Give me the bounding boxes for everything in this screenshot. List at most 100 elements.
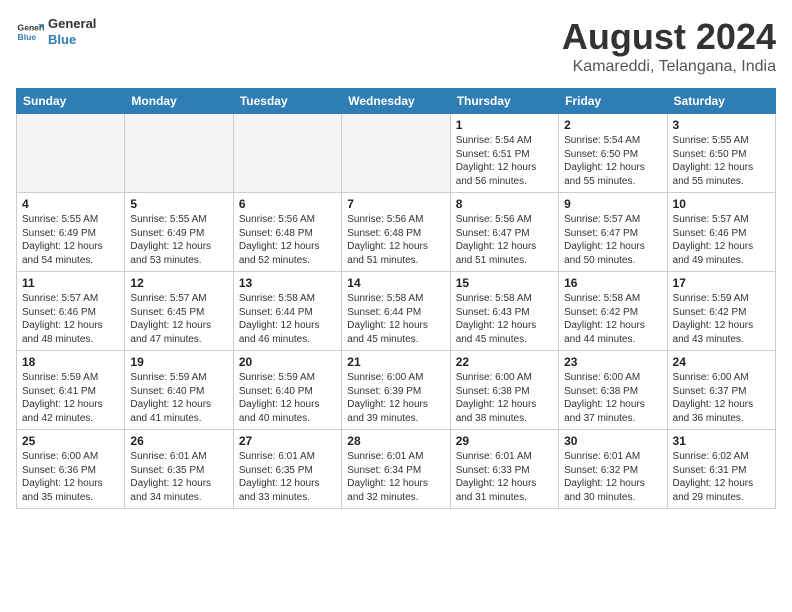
day-number: 18	[22, 355, 119, 369]
day-number: 17	[673, 276, 770, 290]
weekday-header-saturday: Saturday	[667, 89, 775, 114]
calendar-cell: 16 Sunrise: 5:58 AM Sunset: 6:42 PM Dayli…	[559, 272, 667, 351]
calendar-cell: 23Sunrise: 6:00 AM Sunset: 6:38 PM Dayli…	[559, 351, 667, 430]
weekday-header-wednesday: Wednesday	[342, 89, 450, 114]
day-info: Sunrise: 5:59 AM Sunset: 6:41 PM Dayligh…	[22, 371, 119, 425]
day-info: Sunrise: 5:59 AM Sunset: 6:40 PM Dayligh…	[239, 371, 336, 425]
day-number: 19	[130, 355, 227, 369]
day-number: 29	[456, 434, 553, 448]
day-number: 14	[347, 276, 444, 290]
calendar-cell: 10 Sunrise: 5:57 AM Sunset: 6:46 PM Dayli…	[667, 193, 775, 272]
calendar-cell: 30Sunrise: 6:01 AM Sunset: 6:32 PM Dayli…	[559, 430, 667, 509]
day-info: Sunrise: 5:55 AM Sunset: 6:49 PM Dayligh…	[22, 213, 119, 267]
day-info: Sunrise: 5:56 AM Sunset: 6:47 PM Dayligh…	[456, 213, 553, 267]
logo-line2: Blue	[48, 32, 96, 48]
day-info: Sunrise: 5:59 AM Sunset: 6:40 PM Dayligh…	[130, 371, 227, 425]
day-info: Sunrise: 5:55 AM Sunset: 6:50 PM Dayligh…	[673, 134, 770, 188]
weekday-header-sunday: Sunday	[17, 89, 125, 114]
day-info: Sunrise: 6:00 AM Sunset: 6:38 PM Dayligh…	[456, 371, 553, 425]
day-info: Sunrise: 6:00 AM Sunset: 6:39 PM Dayligh…	[347, 371, 444, 425]
day-number: 10	[673, 197, 770, 211]
logo-line1: General	[48, 16, 96, 32]
calendar-cell: 14 Sunrise: 5:58 AM Sunset: 6:44 PM Dayli…	[342, 272, 450, 351]
day-number: 26	[130, 434, 227, 448]
day-number: 6	[239, 197, 336, 211]
calendar-cell: 9Sunrise: 5:57 AM Sunset: 6:47 PM Daylig…	[559, 193, 667, 272]
day-info: Sunrise: 5:57 AM Sunset: 6:46 PM Dayligh…	[673, 213, 770, 267]
calendar-cell: 2Sunrise: 5:54 AM Sunset: 6:50 PM Daylig…	[559, 114, 667, 193]
day-number: 15	[456, 276, 553, 290]
calendar-cell: 18 Sunrise: 5:59 AM Sunset: 6:41 PM Dayli…	[17, 351, 125, 430]
header: General Blue General Blue August 2024 Ka…	[16, 16, 776, 76]
day-info: Sunrise: 5:56 AM Sunset: 6:48 PM Dayligh…	[347, 213, 444, 267]
day-number: 30	[564, 434, 661, 448]
calendar-cell: 25Sunrise: 6:00 AM Sunset: 6:36 PM Dayli…	[17, 430, 125, 509]
day-info: Sunrise: 5:58 AM Sunset: 6:43 PM Dayligh…	[456, 292, 553, 346]
day-info: Sunrise: 5:56 AM Sunset: 6:48 PM Dayligh…	[239, 213, 336, 267]
day-number: 1	[456, 118, 553, 132]
calendar-cell: 17 Sunrise: 5:59 AM Sunset: 6:42 PM Dayli…	[667, 272, 775, 351]
calendar-cell: 4 Sunrise: 5:55 AM Sunset: 6:49 PM Daylig…	[17, 193, 125, 272]
day-info: Sunrise: 6:00 AM Sunset: 6:37 PM Dayligh…	[673, 371, 770, 425]
calendar-cell: 3 Sunrise: 5:55 AM Sunset: 6:50 PM Daylig…	[667, 114, 775, 193]
weekday-header-friday: Friday	[559, 89, 667, 114]
day-number: 8	[456, 197, 553, 211]
svg-text:General: General	[18, 22, 44, 32]
calendar-week-row: 11 Sunrise: 5:57 AM Sunset: 6:46 PM Dayli…	[17, 272, 776, 351]
calendar-cell: 12 Sunrise: 5:57 AM Sunset: 6:45 PM Dayli…	[125, 272, 233, 351]
calendar-cell: 8 Sunrise: 5:56 AM Sunset: 6:47 PM Daylig…	[450, 193, 558, 272]
day-number: 13	[239, 276, 336, 290]
day-info: Sunrise: 6:01 AM Sunset: 6:34 PM Dayligh…	[347, 450, 444, 504]
day-number: 28	[347, 434, 444, 448]
calendar-cell: 20 Sunrise: 5:59 AM Sunset: 6:40 PM Dayli…	[233, 351, 341, 430]
weekday-header-tuesday: Tuesday	[233, 89, 341, 114]
day-info: Sunrise: 6:02 AM Sunset: 6:31 PM Dayligh…	[673, 450, 770, 504]
day-info: Sunrise: 5:54 AM Sunset: 6:51 PM Dayligh…	[456, 134, 553, 188]
calendar-week-row: 1 Sunrise: 5:54 AM Sunset: 6:51 PM Daylig…	[17, 114, 776, 193]
calendar-week-row: 18 Sunrise: 5:59 AM Sunset: 6:41 PM Dayli…	[17, 351, 776, 430]
calendar-header-row: SundayMondayTuesdayWednesdayThursdayFrid…	[17, 89, 776, 114]
day-number: 11	[22, 276, 119, 290]
day-number: 16	[564, 276, 661, 290]
day-info: Sunrise: 5:59 AM Sunset: 6:42 PM Dayligh…	[673, 292, 770, 346]
calendar-cell: 7Sunrise: 5:56 AM Sunset: 6:48 PM Daylig…	[342, 193, 450, 272]
calendar-cell: 1 Sunrise: 5:54 AM Sunset: 6:51 PM Daylig…	[450, 114, 558, 193]
day-number: 5	[130, 197, 227, 211]
day-number: 25	[22, 434, 119, 448]
day-number: 2	[564, 118, 661, 132]
subtitle: Kamareddi, Telangana, India	[562, 58, 776, 76]
day-number: 4	[22, 197, 119, 211]
day-info: Sunrise: 6:01 AM Sunset: 6:35 PM Dayligh…	[239, 450, 336, 504]
day-info: Sunrise: 5:58 AM Sunset: 6:42 PM Dayligh…	[564, 292, 661, 346]
day-info: Sunrise: 5:58 AM Sunset: 6:44 PM Dayligh…	[239, 292, 336, 346]
day-number: 3	[673, 118, 770, 132]
calendar-cell: 6 Sunrise: 5:56 AM Sunset: 6:48 PM Daylig…	[233, 193, 341, 272]
day-info: Sunrise: 5:57 AM Sunset: 6:47 PM Dayligh…	[564, 213, 661, 267]
calendar-cell	[233, 114, 341, 193]
day-number: 20	[239, 355, 336, 369]
day-number: 24	[673, 355, 770, 369]
day-info: Sunrise: 6:01 AM Sunset: 6:33 PM Dayligh…	[456, 450, 553, 504]
calendar-cell: 21Sunrise: 6:00 AM Sunset: 6:39 PM Dayli…	[342, 351, 450, 430]
weekday-header-monday: Monday	[125, 89, 233, 114]
calendar-cell	[125, 114, 233, 193]
calendar-cell: 27 Sunrise: 6:01 AM Sunset: 6:35 PM Dayli…	[233, 430, 341, 509]
calendar-cell: 22 Sunrise: 6:00 AM Sunset: 6:38 PM Dayli…	[450, 351, 558, 430]
calendar-cell: 31Sunrise: 6:02 AM Sunset: 6:31 PM Dayli…	[667, 430, 775, 509]
day-info: Sunrise: 5:57 AM Sunset: 6:45 PM Dayligh…	[130, 292, 227, 346]
calendar-cell: 19 Sunrise: 5:59 AM Sunset: 6:40 PM Dayli…	[125, 351, 233, 430]
day-info: Sunrise: 6:00 AM Sunset: 6:38 PM Dayligh…	[564, 371, 661, 425]
day-info: Sunrise: 5:57 AM Sunset: 6:46 PM Dayligh…	[22, 292, 119, 346]
calendar-cell: 13 Sunrise: 5:58 AM Sunset: 6:44 PM Dayli…	[233, 272, 341, 351]
calendar-cell: 24 Sunrise: 6:00 AM Sunset: 6:37 PM Dayli…	[667, 351, 775, 430]
logo-icon: General Blue	[16, 18, 44, 46]
calendar-cell	[342, 114, 450, 193]
calendar-cell: 28 Sunrise: 6:01 AM Sunset: 6:34 PM Dayli…	[342, 430, 450, 509]
day-info: Sunrise: 5:58 AM Sunset: 6:44 PM Dayligh…	[347, 292, 444, 346]
calendar-cell	[17, 114, 125, 193]
day-info: Sunrise: 6:01 AM Sunset: 6:35 PM Dayligh…	[130, 450, 227, 504]
calendar-cell: 11 Sunrise: 5:57 AM Sunset: 6:46 PM Dayli…	[17, 272, 125, 351]
day-number: 12	[130, 276, 227, 290]
day-number: 27	[239, 434, 336, 448]
day-number: 22	[456, 355, 553, 369]
